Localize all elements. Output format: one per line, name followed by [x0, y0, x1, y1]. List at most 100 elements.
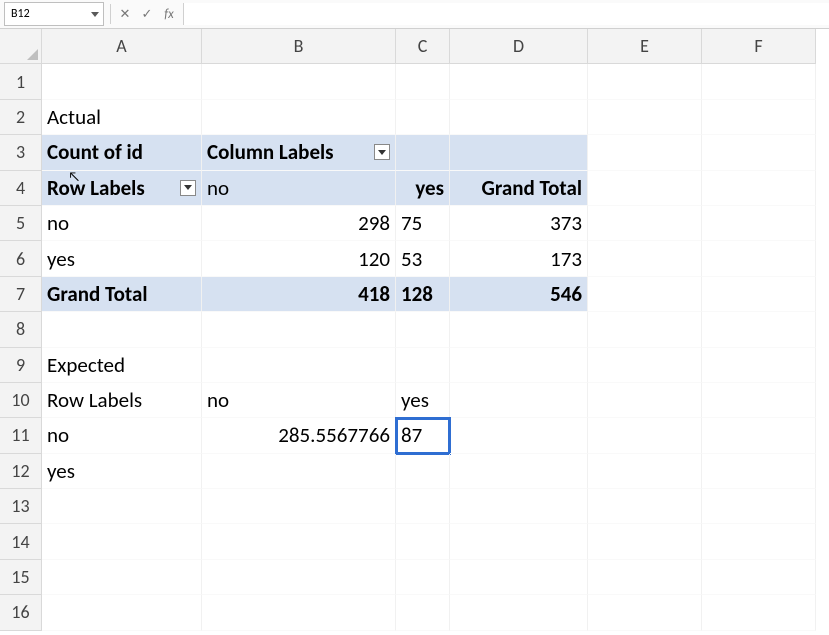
cell-E16[interactable]	[588, 595, 702, 630]
cell-C13[interactable]	[396, 489, 450, 524]
cell-C10[interactable]: yes	[396, 383, 450, 418]
cell-F7[interactable]	[702, 277, 816, 312]
cell-B13[interactable]	[202, 489, 396, 524]
cell-E9[interactable]	[588, 348, 702, 383]
cell-D13[interactable]	[450, 489, 588, 524]
cancel-icon[interactable]: ✕	[117, 6, 133, 22]
cell-B12[interactable]	[202, 454, 396, 489]
cell-F9[interactable]	[702, 348, 816, 383]
cell-D9[interactable]	[450, 348, 588, 383]
cell-D2[interactable]	[450, 100, 588, 135]
cell-B9[interactable]	[202, 348, 396, 383]
cell-A12[interactable]: yes	[42, 454, 202, 489]
cell-E14[interactable]	[588, 524, 702, 559]
cell-E3[interactable]	[588, 135, 702, 170]
cell-D7[interactable]: 546	[450, 277, 588, 312]
cell-A11[interactable]: no	[42, 418, 202, 453]
cell-D11[interactable]	[450, 418, 588, 453]
cell-E7[interactable]	[588, 277, 702, 312]
cell-E12[interactable]	[588, 454, 702, 489]
cell-A4[interactable]: Row Labels	[42, 171, 202, 206]
cell-B6[interactable]: 120	[202, 241, 396, 276]
cell-E8[interactable]	[588, 312, 702, 347]
cell-A7[interactable]: Grand Total	[42, 277, 202, 312]
cell-B7[interactable]: 418	[202, 277, 396, 312]
cell-B10[interactable]: no	[202, 383, 396, 418]
cell-D16[interactable]	[450, 595, 588, 630]
row-5[interactable]: 5	[0, 206, 42, 241]
col-C[interactable]: C	[396, 29, 450, 64]
row-8[interactable]: 8	[0, 312, 42, 347]
cell-A15[interactable]	[42, 560, 202, 595]
cell-E4[interactable]	[588, 171, 702, 206]
cell-F11[interactable]	[702, 418, 816, 453]
cell-A16[interactable]	[42, 595, 202, 630]
cell-A1[interactable]	[42, 64, 202, 99]
cell-A6[interactable]: yes	[42, 241, 202, 276]
cell-D14[interactable]	[450, 524, 588, 559]
cell-F6[interactable]	[702, 241, 816, 276]
cell-E10[interactable]	[588, 383, 702, 418]
cell-F4[interactable]	[702, 171, 816, 206]
cell-C5[interactable]: 75	[396, 206, 450, 241]
cell-D3[interactable]	[450, 135, 588, 170]
row-7[interactable]: 7	[0, 277, 42, 312]
cell-A13[interactable]	[42, 489, 202, 524]
row-15[interactable]: 15	[0, 560, 42, 595]
cell-E5[interactable]	[588, 206, 702, 241]
cell-C4[interactable]: yes	[396, 171, 450, 206]
cell-A9[interactable]: Expected	[42, 348, 202, 383]
cell-D15[interactable]	[450, 560, 588, 595]
cell-C2[interactable]	[396, 100, 450, 135]
cell-A14[interactable]	[42, 524, 202, 559]
col-B[interactable]: B	[202, 29, 396, 64]
name-box[interactable]: B12	[4, 2, 104, 26]
col-A[interactable]: A	[42, 29, 202, 64]
row-12[interactable]: 12	[0, 454, 42, 489]
cell-B16[interactable]	[202, 595, 396, 630]
cell-F12[interactable]	[702, 454, 816, 489]
cell-D8[interactable]	[450, 312, 588, 347]
cell-B8[interactable]	[202, 312, 396, 347]
formula-input[interactable]	[183, 3, 829, 25]
cell-C3[interactable]	[396, 135, 450, 170]
cell-D10[interactable]	[450, 383, 588, 418]
cell-F1[interactable]	[702, 64, 816, 99]
row-10[interactable]: 10	[0, 383, 42, 418]
cell-B3[interactable]: Column Labels	[202, 135, 396, 170]
cell-B14[interactable]	[202, 524, 396, 559]
row-4[interactable]: 4	[0, 171, 42, 206]
cell-E2[interactable]	[588, 100, 702, 135]
cell-E11[interactable]	[588, 418, 702, 453]
row-1[interactable]: 1	[0, 64, 42, 99]
row-14[interactable]: 14	[0, 524, 42, 559]
spreadsheet-grid[interactable]: A B C D E F 1 2 Actual 3 Count of id Col…	[0, 29, 829, 631]
cell-B4[interactable]: no	[202, 171, 396, 206]
row-9[interactable]: 9	[0, 348, 42, 383]
col-F[interactable]: F	[702, 29, 816, 64]
cell-C14[interactable]	[396, 524, 450, 559]
cell-C1[interactable]	[396, 64, 450, 99]
cell-E15[interactable]	[588, 560, 702, 595]
cell-F3[interactable]	[702, 135, 816, 170]
cell-B5[interactable]: 298	[202, 206, 396, 241]
cell-C15[interactable]	[396, 560, 450, 595]
cell-C7[interactable]: 128	[396, 277, 450, 312]
col-D[interactable]: D	[450, 29, 588, 64]
cell-D4[interactable]: Grand Total	[450, 171, 588, 206]
enter-icon[interactable]: ✓	[139, 6, 155, 22]
cell-A2[interactable]: Actual	[42, 100, 202, 135]
column-labels-filter-icon[interactable]	[374, 144, 390, 160]
cell-A3[interactable]: Count of id	[42, 135, 202, 170]
cell-D5[interactable]: 373	[450, 206, 588, 241]
cell-C6[interactable]: 53	[396, 241, 450, 276]
cell-F15[interactable]	[702, 560, 816, 595]
cell-C11[interactable]: 87	[396, 418, 450, 453]
cell-D1[interactable]	[450, 64, 588, 99]
cell-E6[interactable]	[588, 241, 702, 276]
cell-D6[interactable]: 173	[450, 241, 588, 276]
cell-A8[interactable]	[42, 312, 202, 347]
row-16[interactable]: 16	[0, 595, 42, 630]
cell-F10[interactable]	[702, 383, 816, 418]
row-13[interactable]: 13	[0, 489, 42, 524]
